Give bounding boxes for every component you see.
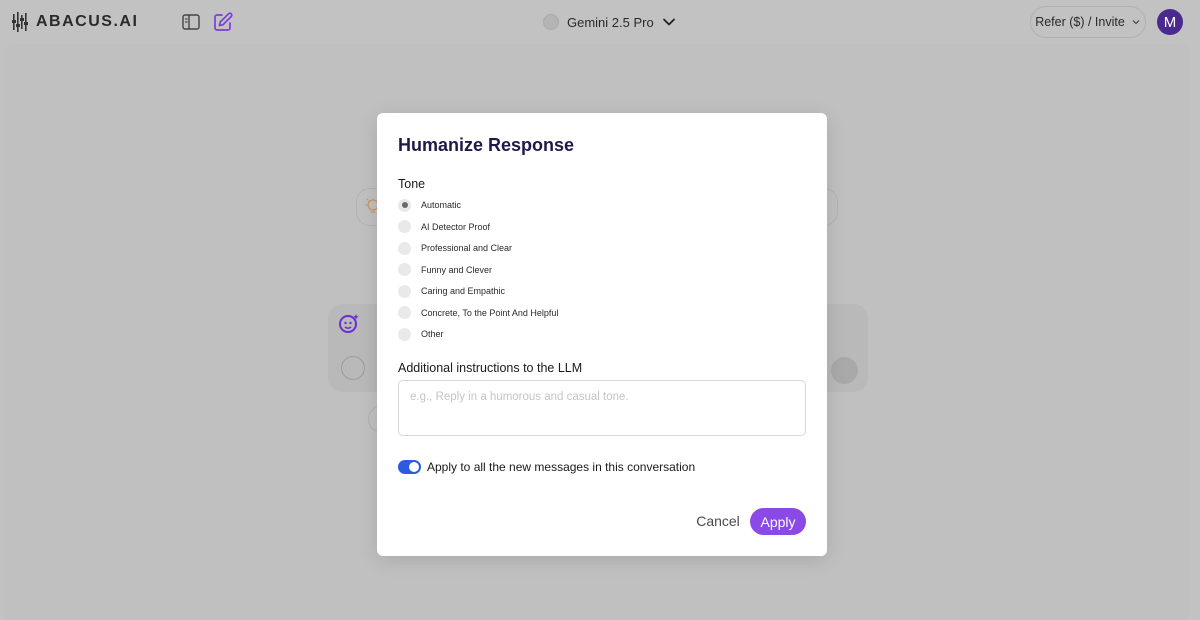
chevron-down-icon — [1132, 20, 1140, 25]
tone-option-concrete[interactable]: Concrete, To the Point And Helpful — [398, 305, 558, 321]
tone-option-other[interactable]: Other — [398, 326, 444, 342]
tone-option-label: Caring and Empathic — [421, 286, 506, 296]
refer-invite-button[interactable]: Refer ($) / Invite — [1030, 6, 1146, 38]
model-name: Gemini 2.5 Pro — [567, 14, 654, 30]
apply-all-toggle[interactable] — [398, 460, 421, 474]
new-chat-edit-icon[interactable] — [213, 12, 233, 32]
abacus-logo-icon — [12, 12, 28, 32]
brand-name: ABACUS.AI — [36, 13, 139, 30]
toggle-knob — [409, 462, 419, 472]
radio-button[interactable] — [398, 241, 411, 255]
tone-option-label: Concrete, To the Point And Helpful — [421, 307, 559, 318]
cancel-button[interactable]: Cancel — [693, 509, 743, 533]
chevron-down-icon — [662, 18, 675, 26]
tone-option-automatic[interactable]: Automatic — [398, 197, 461, 213]
tone-option-label: AI Detector Proof — [421, 221, 491, 232]
humanize-face-icon — [339, 314, 359, 333]
instructions-input[interactable] — [398, 380, 806, 436]
tone-option-ai-detector-proof[interactable]: AI Detector Proof — [398, 219, 490, 235]
apply-button[interactable]: Apply — [750, 508, 806, 535]
dialog-title: Humanize Response — [398, 135, 575, 155]
instructions-label: Additional instructions to the LLM — [398, 361, 583, 375]
sidebar-toggle-icon[interactable] — [182, 13, 200, 31]
top-bar: ABACUS.AI Gemini 2.5 Pro Refer ($) / Inv… — [0, 0, 1200, 44]
apply-all-label: Apply to all the new messages in this co… — [427, 460, 696, 474]
radio-button[interactable] — [398, 284, 411, 298]
radio-button[interactable] — [398, 306, 411, 319]
radio-button[interactable] — [398, 263, 411, 276]
refer-invite-label: Refer ($) / Invite — [1035, 15, 1125, 29]
tone-option-label: Other — [421, 329, 444, 339]
tone-option-label: Automatic — [421, 200, 462, 210]
user-avatar[interactable]: M — [1157, 9, 1183, 35]
tone-label: Tone — [398, 177, 426, 191]
tone-option-label: Funny and Clever — [421, 264, 493, 275]
radio-button[interactable] — [398, 198, 411, 212]
model-selector[interactable]: Gemini 2.5 Pro — [543, 12, 676, 32]
tone-option-professional-and-clear[interactable]: Professional and Clear — [398, 240, 512, 256]
tone-option-funny-and-clever[interactable]: Funny and Clever — [398, 262, 492, 278]
paperclip-icon — [341, 356, 365, 380]
send-icon — [831, 357, 858, 384]
tone-option-caring-and-empathic[interactable]: Caring and Empathic — [398, 283, 505, 299]
radio-button[interactable] — [398, 220, 411, 233]
model-logo-icon — [543, 14, 559, 30]
humanize-response-dialog: Humanize Response Tone Automatic AI Dete… — [377, 113, 827, 556]
brand-logo[interactable]: ABACUS.AI — [12, 12, 138, 32]
radio-button[interactable] — [398, 327, 411, 341]
tone-option-label: Professional and Clear — [421, 243, 513, 253]
